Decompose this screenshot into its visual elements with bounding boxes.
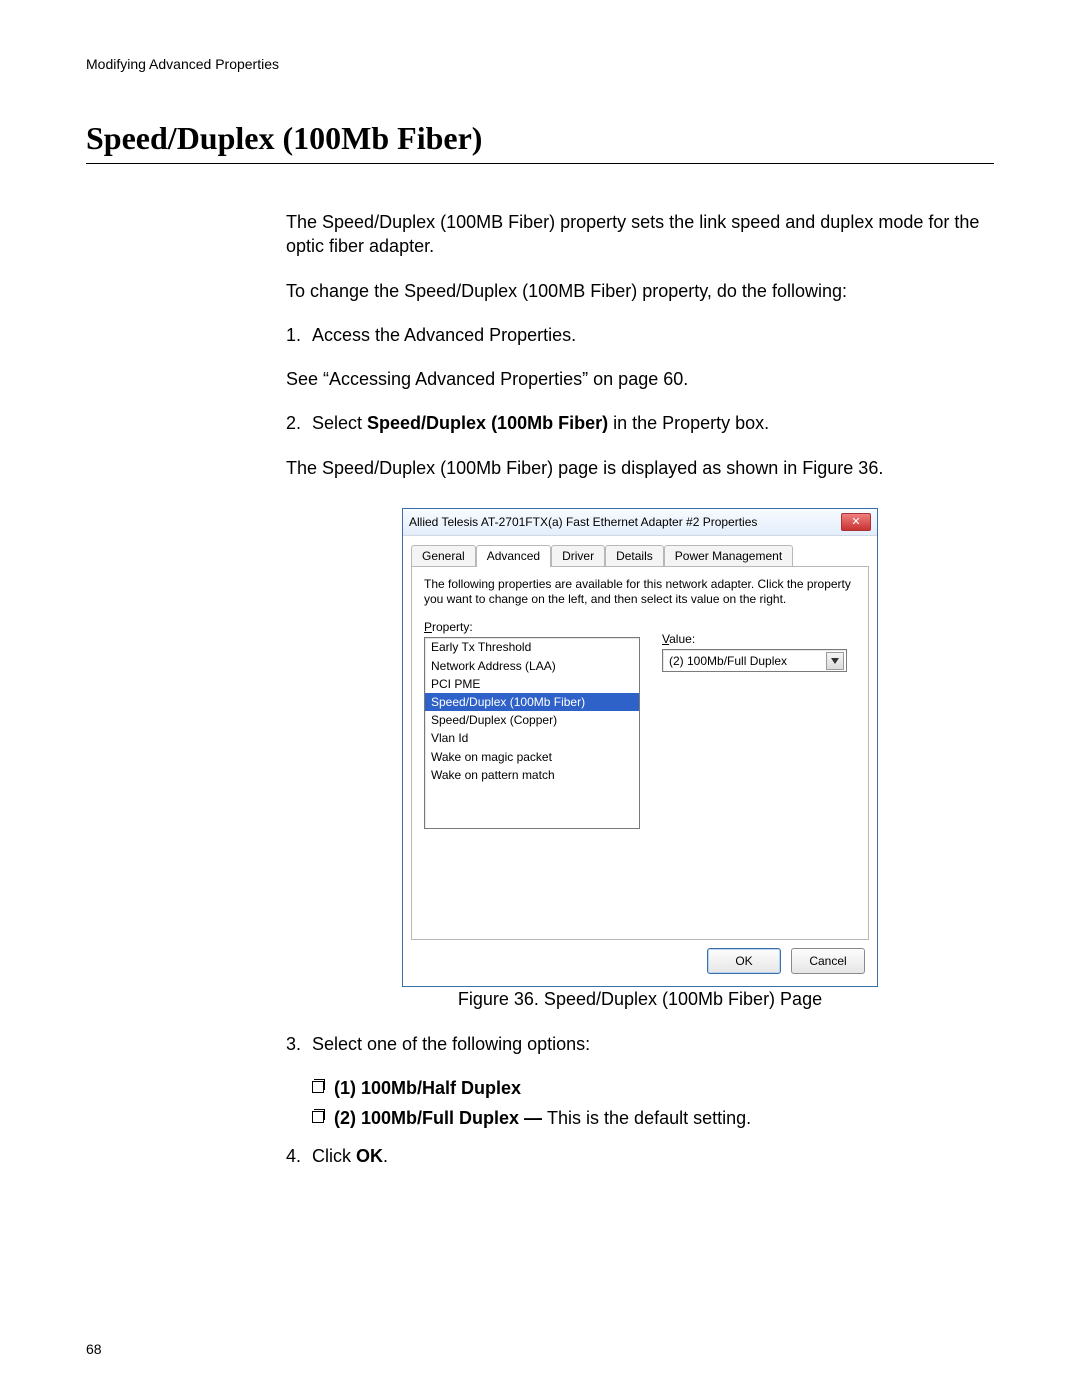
tab-advanced[interactable]: Advanced	[476, 545, 551, 567]
section-title: Speed/Duplex (100Mb Fiber)	[86, 120, 994, 164]
step-1-number: 1.	[286, 323, 312, 347]
tab-details[interactable]: Details	[605, 545, 664, 567]
step-3: 3. Select one of the following options:	[286, 1032, 994, 1056]
body-content: The Speed/Duplex (100MB Fiber) property …	[286, 210, 994, 1169]
dialog-title: Allied Telesis AT-2701FTX(a) Fast Ethern…	[409, 514, 757, 530]
intro-paragraph-1: The Speed/Duplex (100MB Fiber) property …	[286, 210, 994, 259]
list-item[interactable]: Speed/Duplex (Copper)	[425, 711, 639, 729]
step-4-pre: Click	[312, 1146, 356, 1166]
intro-paragraph-2: To change the Speed/Duplex (100MB Fiber)…	[286, 279, 994, 303]
tab-panel-advanced: The following properties are available f…	[411, 566, 869, 940]
step-2-bold: Speed/Duplex (100Mb Fiber)	[367, 413, 608, 433]
step-3-text: Select one of the following options:	[312, 1032, 994, 1056]
list-item-selected[interactable]: Speed/Duplex (100Mb Fiber)	[425, 693, 639, 711]
list-item[interactable]: Wake on magic packet	[425, 748, 639, 766]
step-3-number: 3.	[286, 1032, 312, 1056]
step-2: 2. Select Speed/Duplex (100Mb Fiber) in …	[286, 411, 994, 435]
option-2-rest: This is the default setting.	[547, 1108, 751, 1128]
properties-dialog: Allied Telesis AT-2701FTX(a) Fast Ethern…	[402, 508, 878, 987]
running-header: Modifying Advanced Properties	[86, 56, 994, 72]
step-2-number: 2.	[286, 411, 312, 435]
list-item[interactable]: Network Address (LAA)	[425, 657, 639, 675]
property-label-rest: roperty:	[432, 620, 473, 634]
chevron-down-icon	[826, 652, 844, 670]
tab-power-management[interactable]: Power Management	[664, 545, 793, 567]
option-list: (1) 100Mb/Half Duplex (2) 100Mb/Full Dup…	[312, 1076, 994, 1131]
close-icon: ✕	[851, 517, 860, 528]
dialog-tabs: General Advanced Driver Details Power Ma…	[411, 544, 869, 566]
list-item[interactable]: PCI PME	[425, 675, 639, 693]
step-1-sub: See “Accessing Advanced Properties” on p…	[286, 367, 994, 391]
value-label-rest: alue:	[669, 632, 695, 646]
page-number: 68	[86, 1341, 102, 1357]
value-combobox[interactable]: (2) 100Mb/Full Duplex	[662, 649, 847, 672]
close-button[interactable]: ✕	[841, 513, 871, 531]
figure-36: Allied Telesis AT-2701FTX(a) Fast Ethern…	[286, 508, 994, 987]
property-listbox[interactable]: Early Tx Threshold Network Address (LAA)…	[424, 637, 640, 829]
step-1-text: Access the Advanced Properties.	[312, 323, 994, 347]
value-label: Value:	[662, 631, 847, 647]
bullet-icon	[312, 1081, 324, 1093]
option-1: (1) 100Mb/Half Duplex	[334, 1078, 521, 1098]
property-label-ul: P	[424, 620, 432, 634]
dialog-titlebar: Allied Telesis AT-2701FTX(a) Fast Ethern…	[403, 509, 877, 536]
ok-button[interactable]: OK	[707, 948, 781, 974]
step-2-pre: Select	[312, 413, 367, 433]
value-combobox-text: (2) 100Mb/Full Duplex	[669, 653, 787, 669]
bullet-icon	[312, 1111, 324, 1123]
list-item[interactable]: Vlan Id	[425, 729, 639, 747]
option-2-bold: (2) 100Mb/Full Duplex —	[334, 1108, 547, 1128]
property-label: Property:	[424, 619, 648, 635]
step-2-sub: The Speed/Duplex (100Mb Fiber) page is d…	[286, 456, 994, 480]
step-2-post: in the Property box.	[608, 413, 769, 433]
figure-caption: Figure 36. Speed/Duplex (100Mb Fiber) Pa…	[286, 987, 994, 1011]
step-1: 1. Access the Advanced Properties.	[286, 323, 994, 347]
step-4-post: .	[383, 1146, 388, 1166]
step-4-number: 4.	[286, 1144, 312, 1168]
step-2-text: Select Speed/Duplex (100Mb Fiber) in the…	[312, 411, 994, 435]
step-4: 4. Click OK.	[286, 1144, 994, 1168]
tab-general[interactable]: General	[411, 545, 476, 567]
step-4-text: Click OK.	[312, 1144, 994, 1168]
dialog-description: The following properties are available f…	[424, 577, 856, 607]
list-item[interactable]: Wake on pattern match	[425, 766, 639, 784]
cancel-button[interactable]: Cancel	[791, 948, 865, 974]
step-4-bold: OK	[356, 1146, 383, 1166]
tab-driver[interactable]: Driver	[551, 545, 605, 567]
list-item[interactable]: Early Tx Threshold	[425, 638, 639, 656]
dialog-button-row: OK Cancel	[403, 948, 877, 986]
